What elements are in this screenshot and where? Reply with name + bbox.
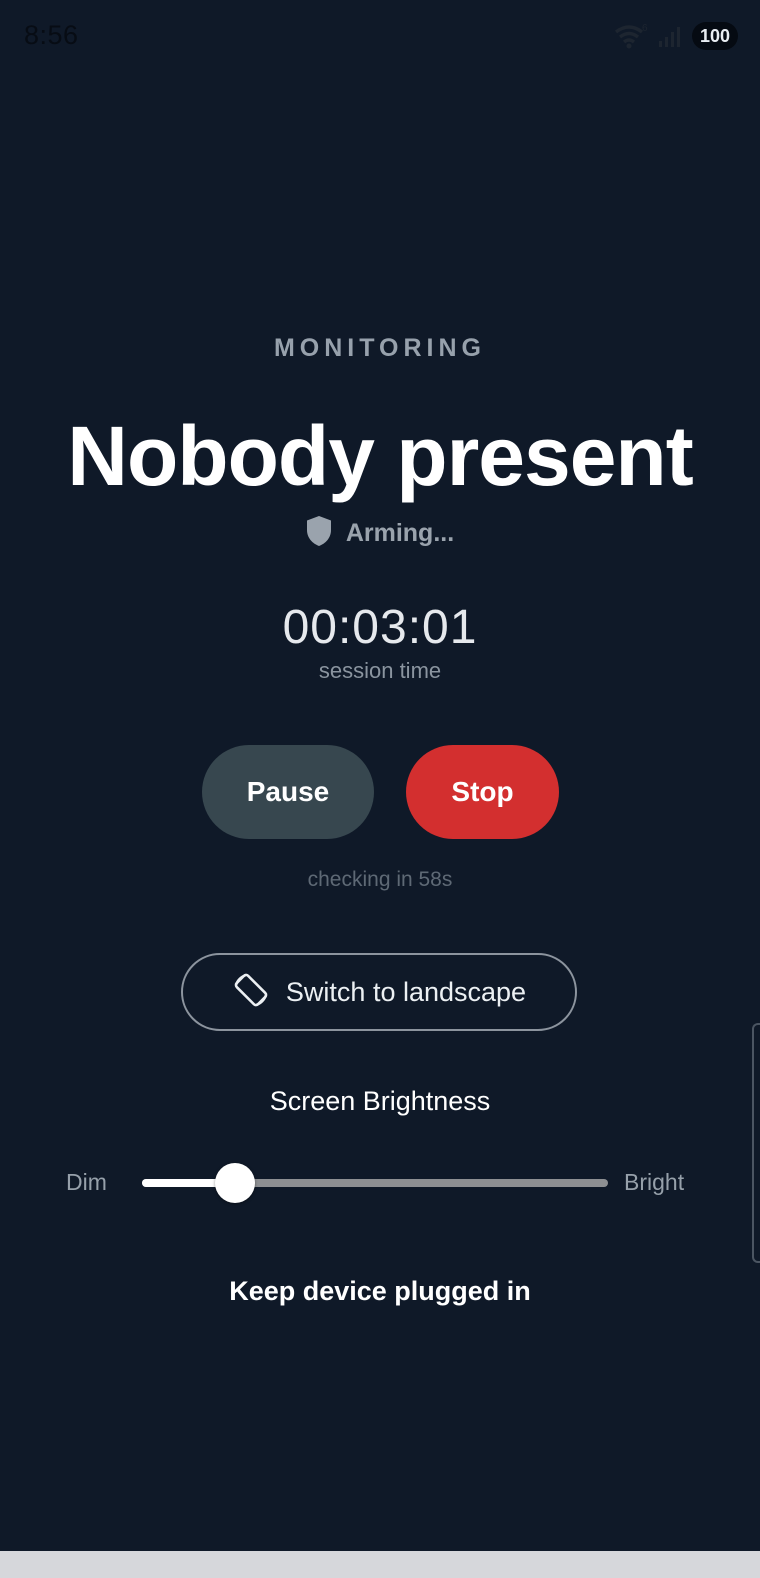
next-check-countdown: checking in 58s [307,868,453,891]
status-bar: 8:56 6 100 [0,0,760,72]
brightness-title: Screen Brightness [269,1086,491,1116]
arming-status: Arming... [0,515,760,552]
status-icons: 6 100 [614,22,738,50]
navigation-bar [0,1551,760,1578]
monitoring-label: MONITORING [273,334,487,362]
stop-button[interactable]: Stop [406,745,559,839]
brightness-slider[interactable] [142,1163,608,1203]
session-timer: 00:03:01 [282,601,478,654]
brightness-slider-thumb[interactable] [215,1163,256,1203]
battery-badge: 100 [691,22,738,50]
signal-icon [658,24,684,48]
bright-label: Bright [624,1169,685,1195]
status-time: 8:56 [24,20,79,50]
brightness-control: Dim Bright [0,1160,760,1206]
session-caption: session time [318,658,442,683]
wifi-icon: 6 [614,22,650,50]
wifi-badge: 6 [642,23,648,34]
arming-text: Arming... [345,519,455,547]
plugged-in-note: Keep device plugged in [229,1276,531,1306]
switch-landscape-button[interactable]: Switch to landscape [181,953,577,1031]
screen-rotation-icon [232,971,270,1014]
presence-headline: Nobody present [67,409,693,503]
switch-landscape-label: Switch to landscape [285,976,527,1007]
dim-label: Dim [66,1169,107,1195]
scroll-indicator[interactable] [752,1023,760,1263]
shield-icon [306,515,332,552]
pause-button[interactable]: Pause [202,745,374,839]
